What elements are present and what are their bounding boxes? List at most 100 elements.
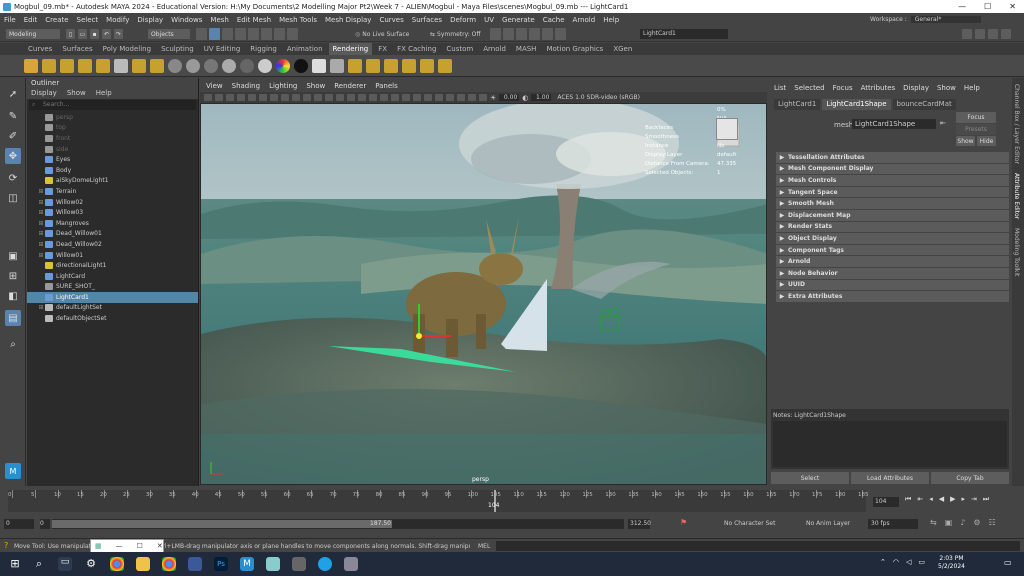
batch-render-icon[interactable] [330,58,344,73]
outliner-item[interactable]: aiSkyDomeLight1 [27,176,198,187]
task-view-icon[interactable]: ▭ [58,557,72,571]
taskbar-search-icon[interactable]: ⌕ [32,557,46,571]
single-view-icon[interactable]: ▣ [5,248,21,264]
toggle-attribute-editor-icon[interactable] [975,29,985,39]
volume-icon[interactable]: ◁ [906,558,911,566]
isolate-select-icon[interactable] [435,94,443,101]
chrome-icon[interactable] [110,557,124,571]
colorspace-dropdown[interactable]: ACES 1.0 SDR-video (sRGB) [557,94,640,101]
menu-uv[interactable]: UV [484,16,494,24]
expand-toggle-icon[interactable]: ⊞ [37,230,45,237]
search-icon[interactable]: ⌕ [5,336,21,352]
exposure-field[interactable]: 0.00 [499,94,520,101]
point-light-icon[interactable] [78,58,92,73]
camera-lock-icon[interactable] [479,94,487,101]
menu-select[interactable]: Select [77,16,99,24]
resolution-gate-icon[interactable] [270,94,278,101]
section-extra-attributes[interactable]: ▶ Extra Attributes [776,291,1009,302]
arnold-skydome-icon[interactable] [348,58,362,73]
ae-menu-attributes[interactable]: Attributes [861,84,896,92]
expand-toggle-icon[interactable]: ⊞ [37,188,45,195]
tab-modeling-toolkit[interactable]: Modeling Toolkit [1013,228,1020,276]
toggle-tool-settings-icon[interactable] [988,29,998,39]
section-tessellation-attributes[interactable]: ▶ Tessellation Attributes [776,152,1009,163]
outliner-item[interactable]: ⊞ Willow03 [27,207,198,218]
load-attributes-button[interactable]: Load Attributes [851,472,929,484]
toggle-channel-box-icon[interactable] [1001,29,1011,39]
section-mesh-component-display[interactable]: ▶ Mesh Component Display [776,163,1009,175]
workspace-selector[interactable]: Workspace : General* [870,14,981,25]
float-restore-icon[interactable]: ☐ [137,542,143,550]
save-scene-icon[interactable]: ▪ [90,29,99,39]
bookmark-icon[interactable] [226,94,234,101]
ae-menu-focus[interactable]: Focus [833,84,853,92]
outliner-item[interactable]: side [27,144,198,155]
snap-point-icon[interactable] [261,28,272,40]
outliner-item[interactable]: LightCard1 [27,292,198,303]
safe-action-icon[interactable] [303,94,311,101]
play-forwards-icon[interactable]: ▶ [950,495,955,507]
outliner-item[interactable]: ⊞ Dead_Willow02 [27,239,198,250]
viewport-menu-panels[interactable]: Panels [375,80,398,92]
step-back-frame-icon[interactable]: ◂ [929,495,933,507]
undo-icon[interactable]: ↶ [102,29,111,39]
settings-icon[interactable]: ⚙ [973,518,980,527]
menu-deform[interactable]: Deform [450,16,476,24]
outliner-item[interactable]: ⊞ Mangroves [27,218,198,229]
shelf-tab-custom[interactable]: Custom [442,43,477,55]
outliner-item[interactable]: top [27,123,198,134]
grid-icon[interactable] [248,94,256,101]
expand-toggle-icon[interactable]: ⊞ [37,252,45,259]
file-explorer-icon[interactable] [136,557,150,571]
rotate-tool-icon[interactable]: ⟳ [5,170,21,186]
arnold-area-light-icon[interactable] [366,58,380,73]
spotlight-icon[interactable] [42,58,56,73]
outliner-item[interactable]: persp [27,112,198,123]
viewport-menu-view[interactable]: View [206,80,223,92]
menu-generate[interactable]: Generate [502,16,535,24]
step-forward-key-icon[interactable]: ⇥ [971,495,977,507]
notes-field[interactable] [773,421,1007,467]
textured-icon[interactable] [358,94,366,101]
fps-dropdown[interactable]: 30 fps [868,519,918,529]
taskbar-settings-icon[interactable]: ⚙ [84,557,98,571]
arnold-photometric-icon[interactable] [402,58,416,73]
wireframe-on-shaded-icon[interactable] [347,94,355,101]
auto-key-icon[interactable]: ⚑ [680,518,687,527]
presets-button[interactable]: Presets [956,124,996,135]
image-plane-icon[interactable] [237,94,245,101]
preferences-icon[interactable]: ☷ [989,518,996,527]
arnold-physical-sky-icon[interactable] [438,58,452,73]
section-displacement-map[interactable]: ▶ Displacement Map [776,209,1009,221]
outliner-item[interactable]: ⊞ Terrain [27,186,198,197]
section-arnold[interactable]: ▶ Arnold [776,256,1009,267]
timeline-ruler[interactable]: 0 5 10 15 20 25 30 35 40 45 50 55 60 65 70 75 80 85 90 95 10… [8,490,869,512]
ambient-light-icon[interactable] [132,58,146,73]
expand-toggle-icon[interactable]: ⊞ [37,241,45,248]
gamma-field[interactable]: 1.00 [531,94,552,101]
shelf-tab-fx-caching[interactable]: FX Caching [393,43,440,55]
lambert-sphere-icon[interactable] [186,58,200,73]
ae-menu-selected[interactable]: Selected [794,84,824,92]
safe-title-icon[interactable] [314,94,322,101]
shelf-tab-surfaces[interactable]: Surfaces [58,43,96,55]
section-component-tags[interactable]: ▶ Component Tags [776,244,1009,256]
render-frame-icon[interactable] [490,28,501,40]
make-live-icon[interactable] [287,28,298,40]
menu-curves[interactable]: Curves [379,16,403,24]
menu-edit[interactable]: Edit [24,16,38,24]
shelf-tab-sculpting[interactable]: Sculpting [157,43,198,55]
film-gate-icon[interactable] [259,94,267,101]
ae-menu-show[interactable]: Show [937,84,956,92]
outliner-search[interactable]: ⌕ Search... [29,100,196,110]
phong-sphere-icon[interactable] [222,58,236,73]
ae-tab-bouncecardmat[interactable]: bounceCardMat [892,98,956,110]
outliner-menu-show[interactable]: Show [67,88,86,99]
toggle-modeling-toolkit-icon[interactable] [962,29,972,39]
arnold-light-portal-icon[interactable] [420,58,434,73]
ae-tab-lightcard1shape[interactable]: LightCard1Shape [822,98,891,110]
folder-icon[interactable] [344,557,358,571]
surface-shader-sphere-icon[interactable] [240,58,254,73]
outliner-item[interactable]: directionalLight1 [27,260,198,271]
section-object-display[interactable]: ▶ Object Display [776,233,1009,244]
